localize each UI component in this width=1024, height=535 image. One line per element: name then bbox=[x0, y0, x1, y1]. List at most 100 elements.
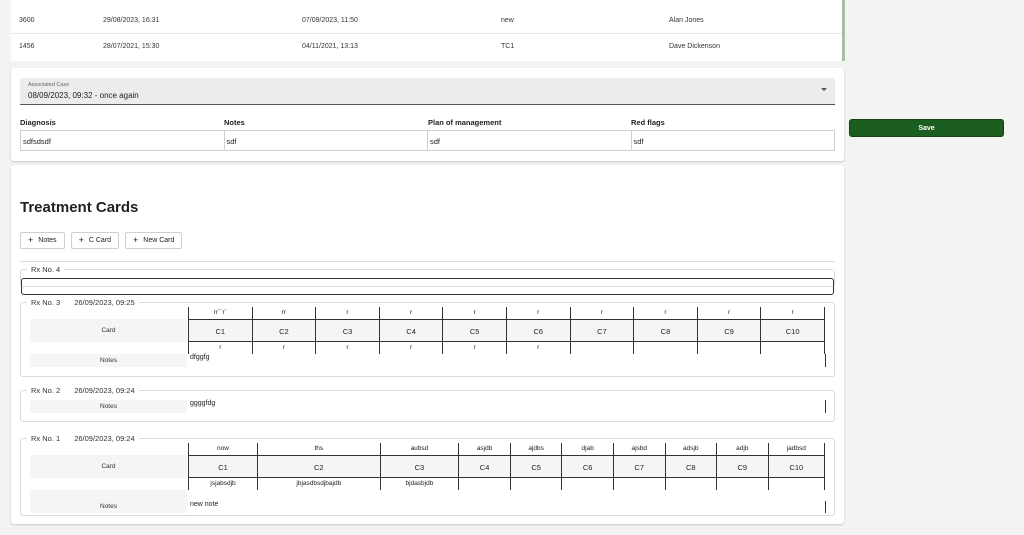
card-top-cell[interactable]: ajdbs bbox=[511, 443, 562, 455]
card-top-cell[interactable]: r bbox=[571, 307, 634, 319]
card-top-cell[interactable]: r bbox=[507, 307, 570, 319]
card-column[interactable]: ths C2 jbjasdbsdjbajdb bbox=[257, 443, 380, 490]
card-column[interactable]: r C9 bbox=[696, 307, 761, 354]
card-id-cell[interactable]: C9 bbox=[717, 455, 768, 478]
card-id-cell[interactable]: C2 bbox=[258, 455, 380, 478]
card-column[interactable]: adsjb C8 bbox=[664, 443, 717, 490]
card-id-cell[interactable]: C3 bbox=[316, 319, 379, 342]
card-bottom-cell[interactable] bbox=[666, 478, 717, 490]
card-top-cell[interactable]: ajsbd bbox=[614, 443, 665, 455]
notes-row-label: Notes bbox=[30, 400, 187, 413]
card-id-cell[interactable]: C8 bbox=[665, 455, 717, 478]
card-column[interactable]: ajsbd C7 bbox=[612, 443, 665, 490]
card-column[interactable]: r C8 bbox=[633, 307, 697, 354]
card-column[interactable]: r C10 bbox=[760, 307, 825, 354]
rx-4-input[interactable] bbox=[21, 278, 834, 295]
card-bottom-cell[interactable] bbox=[562, 478, 613, 490]
card-top-cell[interactable]: rr`´r` bbox=[189, 307, 252, 319]
card-column[interactable]: ajdbs C5 bbox=[509, 443, 562, 490]
card-id-cell[interactable]: C10 bbox=[768, 455, 824, 478]
card-id-cell[interactable]: C10 bbox=[761, 319, 824, 342]
card-id-cell[interactable]: C7 bbox=[613, 455, 665, 478]
card-id-cell[interactable]: C6 bbox=[562, 455, 613, 478]
card-id-cell[interactable]: C3 bbox=[380, 455, 459, 478]
card-id-cell[interactable]: C1 bbox=[189, 455, 258, 478]
plan-field[interactable]: sdf bbox=[428, 131, 632, 150]
card-bottom-cell[interactable] bbox=[761, 342, 824, 354]
card-top-cell[interactable]: r bbox=[443, 307, 506, 319]
card-top-cell[interactable]: r bbox=[698, 307, 761, 319]
card-bottom-cell[interactable] bbox=[634, 342, 697, 354]
card-bottom-cell[interactable] bbox=[769, 478, 824, 490]
card-column[interactable]: now C1 jsjabsdjb bbox=[188, 443, 258, 490]
card-bottom-cell[interactable] bbox=[511, 478, 562, 490]
case-owner: Dave Dickenson bbox=[669, 43, 720, 50]
card-column[interactable]: r C4 r bbox=[378, 307, 443, 354]
rx-2-notes[interactable]: ggggfdg bbox=[190, 400, 826, 413]
card-top-cell[interactable]: ths bbox=[258, 443, 380, 455]
rx-1-notes[interactable]: new note bbox=[190, 501, 826, 513]
card-bottom-cell[interactable] bbox=[717, 478, 768, 490]
card-id-cell[interactable]: C6 bbox=[506, 319, 570, 342]
notes-field[interactable]: sdf bbox=[225, 131, 428, 150]
card-bottom-cell[interactable]: r bbox=[253, 342, 316, 354]
card-bottom-cell[interactable]: jsjabsdjb bbox=[189, 478, 257, 490]
card-bottom-cell[interactable] bbox=[614, 478, 665, 490]
card-id-cell[interactable]: C9 bbox=[697, 319, 761, 342]
card-bottom-cell[interactable] bbox=[698, 342, 761, 354]
card-id-cell[interactable]: C8 bbox=[634, 319, 697, 342]
card-top-cell[interactable]: adjb bbox=[717, 443, 768, 455]
card-bottom-cell[interactable]: bjdasbjdb bbox=[381, 478, 459, 490]
card-row-label: Card bbox=[30, 319, 187, 342]
card-bottom-cell[interactable]: r bbox=[316, 342, 379, 354]
card-column[interactable]: r C3 r bbox=[315, 307, 379, 354]
card-id-cell[interactable]: C5 bbox=[443, 319, 506, 342]
card-column[interactable]: adjb C9 bbox=[716, 443, 768, 490]
card-id-cell[interactable]: C5 bbox=[510, 455, 562, 478]
plan-header: Plan of management bbox=[428, 118, 502, 127]
card-bottom-cell[interactable]: r bbox=[380, 342, 443, 354]
card-top-cell[interactable]: rr bbox=[253, 307, 316, 319]
card-id-cell[interactable]: C4 bbox=[379, 319, 443, 342]
card-column[interactable]: r C6 r bbox=[505, 307, 570, 354]
card-column[interactable]: aubsd C3 bjdasbjdb bbox=[379, 443, 459, 490]
card-top-cell[interactable]: jadbsd bbox=[769, 443, 824, 455]
card-id-cell[interactable]: C2 bbox=[252, 319, 316, 342]
card-top-cell[interactable]: r bbox=[380, 307, 443, 319]
card-column[interactable]: asjdb C4 bbox=[458, 443, 510, 490]
card-bottom-cell[interactable]: r bbox=[443, 342, 506, 354]
card-top-cell[interactable]: r bbox=[316, 307, 379, 319]
card-bottom-cell[interactable] bbox=[571, 342, 634, 354]
card-id-cell[interactable]: C7 bbox=[570, 319, 634, 342]
card-column[interactable]: rr`´r` C1 r bbox=[188, 307, 252, 354]
card-column[interactable]: rr C2 r bbox=[251, 307, 316, 354]
card-id-cell[interactable]: C4 bbox=[459, 455, 510, 478]
card-bottom-cell[interactable]: r bbox=[507, 342, 570, 354]
card-top-cell[interactable]: now bbox=[189, 443, 257, 455]
add-notes-button[interactable]: + Notes bbox=[20, 232, 65, 249]
card-top-cell[interactable]: asjdb bbox=[459, 443, 510, 455]
table-row[interactable]: 1456 28/07/2021, 15:30 04/11/2021, 13:13… bbox=[11, 34, 842, 60]
card-column[interactable]: djab C6 bbox=[561, 443, 613, 490]
diagnosis-field[interactable]: sdfsdsdf bbox=[21, 131, 225, 150]
card-top-cell[interactable]: adsjb bbox=[666, 443, 717, 455]
card-bottom-cell[interactable]: r bbox=[189, 342, 252, 354]
dropdown-arrow-icon[interactable] bbox=[821, 88, 827, 91]
save-button[interactable]: Save bbox=[849, 119, 1004, 137]
red-flags-field[interactable]: sdf bbox=[632, 131, 835, 150]
card-top-cell[interactable]: r bbox=[634, 307, 697, 319]
add-new-card-button[interactable]: + New Card bbox=[125, 232, 183, 249]
card-column[interactable]: r C5 r bbox=[442, 307, 506, 354]
associated-case-select[interactable]: Associated Case 08/09/2023, 09:32 - once… bbox=[20, 78, 835, 105]
card-top-cell[interactable]: r bbox=[761, 307, 824, 319]
add-c-card-button[interactable]: + C Card bbox=[70, 232, 120, 249]
card-top-cell[interactable]: djab bbox=[562, 443, 613, 455]
card-column[interactable]: jadbsd C10 bbox=[767, 443, 825, 490]
table-row[interactable]: 3600 29/08/2023, 16:31 07/09/2023, 11:50… bbox=[11, 8, 842, 34]
card-top-cell[interactable]: aubsd bbox=[381, 443, 459, 455]
card-bottom-cell[interactable] bbox=[459, 478, 510, 490]
card-column[interactable]: r C7 bbox=[569, 307, 634, 354]
rx-3-notes[interactable]: dfggfg bbox=[190, 354, 826, 367]
card-bottom-cell[interactable]: jbjasdbsdjbajdb bbox=[258, 478, 380, 490]
card-id-cell[interactable]: C1 bbox=[189, 319, 252, 342]
